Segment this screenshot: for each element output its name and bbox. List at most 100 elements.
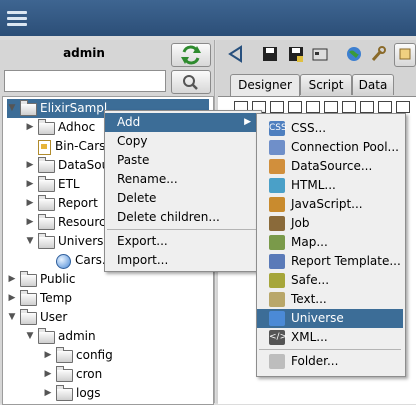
globe-icon[interactable]	[344, 44, 364, 64]
back-arrow-icon[interactable]	[226, 44, 246, 64]
expand-icon[interactable]: ▶	[25, 194, 35, 213]
folder-icon	[269, 354, 285, 369]
submenu-item[interactable]: Map...	[257, 233, 403, 252]
tree-item[interactable]: ▶ Temp	[7, 289, 209, 308]
context-menu-item[interactable]: Rename...	[105, 170, 259, 189]
submenu-item[interactable]: DataSource...	[257, 157, 403, 176]
tree-item[interactable]: ▶ logs	[43, 384, 209, 403]
tree-item[interactable]: ▶ Public	[7, 270, 209, 289]
collapse-icon[interactable]: ▼	[25, 232, 35, 251]
tree-item-label: Public	[40, 272, 76, 286]
submenu-item[interactable]: Connection Pool...	[257, 138, 403, 157]
submenu-item[interactable]: Report Template...	[257, 252, 403, 271]
submenu-item[interactable]: Folder...	[257, 352, 403, 371]
folder-icon	[20, 309, 37, 325]
shape-tool[interactable]	[306, 101, 320, 113]
shape-tool[interactable]	[396, 101, 410, 113]
context-menu-item[interactable]: Export...	[105, 232, 259, 251]
submenu-item[interactable]: </> XML...	[257, 328, 403, 347]
tree-item-label: Report	[58, 196, 98, 210]
folder-icon	[56, 347, 73, 363]
html-icon	[269, 178, 285, 193]
menu-item-label: Map...	[291, 235, 328, 249]
menu-item-label: CSS...	[291, 121, 327, 135]
submenu-item[interactable]: Safe...	[257, 271, 403, 290]
save-icon[interactable]	[260, 44, 280, 64]
save-as-icon[interactable]	[286, 44, 306, 64]
tree-item-label: ETL	[58, 177, 80, 191]
expand-icon[interactable]: ▶	[25, 118, 35, 137]
folder-icon	[56, 366, 73, 382]
tree-item-label: Cars.	[75, 253, 106, 267]
menu-item-label: Copy	[117, 134, 148, 148]
tree-item-label: config	[76, 348, 113, 362]
collapse-icon[interactable]: ▼	[25, 327, 35, 346]
context-menu-item[interactable]: Copy	[105, 132, 259, 151]
map-icon	[269, 235, 285, 250]
hamburger-icon[interactable]	[4, 5, 30, 31]
menu-item-label: Export...	[117, 234, 168, 248]
expand-icon[interactable]: ▶	[7, 289, 17, 308]
search-button[interactable]	[171, 70, 211, 94]
expand-icon[interactable]: ▶	[43, 384, 53, 403]
menu-item-label: HTML...	[291, 178, 336, 192]
tab-designer[interactable]: Designer	[230, 74, 300, 97]
submenu-item[interactable]: JavaScript...	[257, 195, 403, 214]
css-icon: CSS	[269, 121, 287, 136]
properties-icon[interactable]	[310, 44, 330, 64]
search-icon	[183, 75, 198, 90]
collapse-icon[interactable]: ▼	[7, 99, 17, 118]
tree-item[interactable]: ▶ config	[43, 346, 209, 365]
submenu-item[interactable]: Universe	[257, 309, 403, 328]
folder-icon	[20, 100, 37, 116]
submenu-item[interactable]: Job	[257, 214, 403, 233]
tab-data[interactable]: Data	[352, 74, 394, 95]
expand-icon[interactable]: ▶	[7, 270, 17, 289]
tree-item-label: Adhoc	[58, 120, 96, 134]
context-menu-item[interactable]: Delete children...	[105, 208, 259, 227]
shape-tool[interactable]	[288, 101, 302, 113]
expand-icon[interactable]: ▶	[25, 156, 35, 175]
tool-icon[interactable]	[394, 43, 416, 67]
expand-icon[interactable]: ▶	[25, 213, 35, 232]
shape-tool[interactable]	[270, 101, 284, 113]
menu-item-label: Report Template...	[291, 254, 401, 268]
editor-toolbar	[216, 40, 416, 70]
universe-icon	[56, 254, 71, 269]
menu-item-label: JavaScript...	[291, 197, 363, 211]
tree-item-label: Temp	[40, 291, 72, 305]
search-input[interactable]	[4, 70, 166, 92]
context-menu-item[interactable]: Delete	[105, 189, 259, 208]
shape-tool[interactable]	[342, 101, 356, 113]
collapse-icon[interactable]: ▼	[7, 308, 17, 327]
tree-item-label: Univers	[58, 234, 104, 248]
expand-icon[interactable]: ▶	[43, 346, 53, 365]
menu-item-label: Text...	[291, 292, 327, 306]
submenu-item[interactable]: HTML...	[257, 176, 403, 195]
tree-item-label: Resourc	[58, 215, 106, 229]
shape-tool[interactable]	[324, 101, 338, 113]
context-menu-item[interactable]: Paste	[105, 151, 259, 170]
submenu-item[interactable]: Text...	[257, 290, 403, 309]
tree-item[interactable]: ▶ cron	[43, 365, 209, 384]
context-menu-item[interactable]: Add ▶	[105, 113, 259, 132]
menu-item-label: Paste	[117, 153, 150, 167]
tree-item[interactable]: ▼ admin	[25, 327, 209, 346]
shape-tool[interactable]	[378, 101, 392, 113]
shape-tool[interactable]	[360, 101, 374, 113]
context-menu-item[interactable]: Import...	[105, 251, 259, 270]
top-bar	[0, 0, 416, 36]
menu-separator	[259, 349, 401, 350]
tab-script[interactable]: Script	[300, 74, 352, 95]
document-icon	[38, 140, 51, 155]
folder-icon	[38, 328, 55, 344]
folder-icon	[20, 290, 37, 306]
submenu-item[interactable]: CSS CSS...	[257, 119, 403, 138]
expand-icon[interactable]: ▶	[25, 175, 35, 194]
menu-item-label: XML...	[291, 330, 328, 344]
expand-icon[interactable]: ▶	[43, 365, 53, 384]
wrench-icon[interactable]	[368, 44, 388, 64]
tree-item[interactable]: ▼ User	[7, 308, 209, 327]
menu-item-label: Safe...	[291, 273, 330, 287]
refresh-button[interactable]	[171, 43, 211, 67]
